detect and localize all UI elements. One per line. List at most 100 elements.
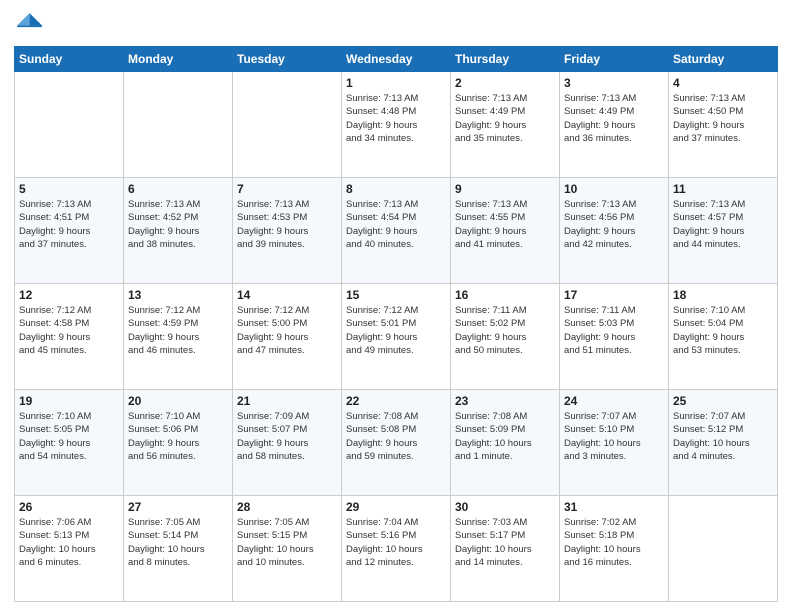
calendar-week-row: 12Sunrise: 7:12 AM Sunset: 4:58 PM Dayli… xyxy=(15,284,778,390)
calendar-cell: 26Sunrise: 7:06 AM Sunset: 5:13 PM Dayli… xyxy=(15,496,124,602)
day-info: Sunrise: 7:13 AM Sunset: 4:51 PM Dayligh… xyxy=(19,198,119,251)
day-number: 7 xyxy=(237,182,337,196)
calendar-cell: 18 Sunrise: 7:10 AM Sunset: 5:04 PM Dayli… xyxy=(669,284,778,390)
day-info: Sunrise: 7:08 AM Sunset: 5:09 PM Dayligh… xyxy=(455,410,555,463)
weekday-header: Wednesday xyxy=(342,47,451,72)
day-info: Sunrise: 7:13 AM Sunset: 4:55 PM Dayligh… xyxy=(455,198,555,251)
day-info: Sunrise: 7:05 AM Sunset: 5:15 PM Dayligh… xyxy=(237,516,337,569)
day-number: 27 xyxy=(128,500,228,514)
day-info: Sunrise: 7:03 AM Sunset: 5:17 PM Dayligh… xyxy=(455,516,555,569)
calendar-cell: 23Sunrise: 7:08 AM Sunset: 5:09 PM Dayli… xyxy=(451,390,560,496)
calendar-cell: 17 Sunrise: 7:11 AM Sunset: 5:03 PM Dayli… xyxy=(560,284,669,390)
day-number: 22 xyxy=(346,394,446,408)
day-number: 25 xyxy=(673,394,773,408)
day-number: 4 xyxy=(673,76,773,90)
day-info: Sunrise: 7:13 AM Sunset: 4:56 PM Dayligh… xyxy=(564,198,664,251)
day-number: 9 xyxy=(455,182,555,196)
day-info: Sunrise: 7:13 AM Sunset: 4:48 PM Dayligh… xyxy=(346,92,446,145)
day-number: 17 xyxy=(564,288,664,302)
weekday-header: Tuesday xyxy=(233,47,342,72)
day-number: 1 xyxy=(346,76,446,90)
calendar-week-row: 1 Sunrise: 7:13 AM Sunset: 4:48 PM Daylig… xyxy=(15,72,778,178)
day-info: Sunrise: 7:12 AM Sunset: 4:59 PM Dayligh… xyxy=(128,304,228,357)
calendar-cell: 5Sunrise: 7:13 AM Sunset: 4:51 PM Daylig… xyxy=(15,178,124,284)
calendar-header: SundayMondayTuesdayWednesdayThursdayFrid… xyxy=(15,47,778,72)
calendar-cell: 1 Sunrise: 7:13 AM Sunset: 4:48 PM Daylig… xyxy=(342,72,451,178)
day-info: Sunrise: 7:02 AM Sunset: 5:18 PM Dayligh… xyxy=(564,516,664,569)
day-number: 2 xyxy=(455,76,555,90)
calendar-cell: 10 Sunrise: 7:13 AM Sunset: 4:56 PM Dayli… xyxy=(560,178,669,284)
weekday-header: Thursday xyxy=(451,47,560,72)
calendar-cell: 6 Sunrise: 7:13 AM Sunset: 4:52 PM Daylig… xyxy=(124,178,233,284)
day-number: 24 xyxy=(564,394,664,408)
day-info: Sunrise: 7:13 AM Sunset: 4:50 PM Dayligh… xyxy=(673,92,773,145)
calendar-cell xyxy=(124,72,233,178)
calendar-cell: 29Sunrise: 7:04 AM Sunset: 5:16 PM Dayli… xyxy=(342,496,451,602)
day-info: Sunrise: 7:11 AM Sunset: 5:02 PM Dayligh… xyxy=(455,304,555,357)
calendar-cell: 2Sunrise: 7:13 AM Sunset: 4:49 PM Daylig… xyxy=(451,72,560,178)
calendar-cell: 12Sunrise: 7:12 AM Sunset: 4:58 PM Dayli… xyxy=(15,284,124,390)
calendar-cell: 21 Sunrise: 7:09 AM Sunset: 5:07 PM Dayli… xyxy=(233,390,342,496)
weekday-row: SundayMondayTuesdayWednesdayThursdayFrid… xyxy=(15,47,778,72)
day-number: 6 xyxy=(128,182,228,196)
calendar-cell: 19Sunrise: 7:10 AM Sunset: 5:05 PM Dayli… xyxy=(15,390,124,496)
day-number: 29 xyxy=(346,500,446,514)
day-number: 21 xyxy=(237,394,337,408)
day-number: 12 xyxy=(19,288,119,302)
day-info: Sunrise: 7:13 AM Sunset: 4:57 PM Dayligh… xyxy=(673,198,773,251)
weekday-header: Friday xyxy=(560,47,669,72)
weekday-header: Saturday xyxy=(669,47,778,72)
day-number: 19 xyxy=(19,394,119,408)
day-info: Sunrise: 7:10 AM Sunset: 5:06 PM Dayligh… xyxy=(128,410,228,463)
calendar-cell: 20 Sunrise: 7:10 AM Sunset: 5:06 PM Dayli… xyxy=(124,390,233,496)
day-number: 18 xyxy=(673,288,773,302)
calendar-cell xyxy=(233,72,342,178)
calendar-cell: 22 Sunrise: 7:08 AM Sunset: 5:08 PM Dayli… xyxy=(342,390,451,496)
day-number: 28 xyxy=(237,500,337,514)
day-number: 31 xyxy=(564,500,664,514)
day-info: Sunrise: 7:13 AM Sunset: 4:52 PM Dayligh… xyxy=(128,198,228,251)
day-info: Sunrise: 7:13 AM Sunset: 4:54 PM Dayligh… xyxy=(346,198,446,251)
header xyxy=(14,10,778,38)
day-number: 10 xyxy=(564,182,664,196)
day-number: 26 xyxy=(19,500,119,514)
day-info: Sunrise: 7:13 AM Sunset: 4:53 PM Dayligh… xyxy=(237,198,337,251)
day-number: 16 xyxy=(455,288,555,302)
logo xyxy=(14,10,46,38)
day-number: 13 xyxy=(128,288,228,302)
calendar-cell: 31 Sunrise: 7:02 AM Sunset: 5:18 PM Dayli… xyxy=(560,496,669,602)
weekday-header: Sunday xyxy=(15,47,124,72)
calendar-cell: 4 Sunrise: 7:13 AM Sunset: 4:50 PM Daylig… xyxy=(669,72,778,178)
day-number: 20 xyxy=(128,394,228,408)
calendar-week-row: 26Sunrise: 7:06 AM Sunset: 5:13 PM Dayli… xyxy=(15,496,778,602)
day-info: Sunrise: 7:13 AM Sunset: 4:49 PM Dayligh… xyxy=(564,92,664,145)
calendar-table: SundayMondayTuesdayWednesdayThursdayFrid… xyxy=(14,46,778,602)
calendar-cell: 15Sunrise: 7:12 AM Sunset: 5:01 PM Dayli… xyxy=(342,284,451,390)
calendar-cell: 30 Sunrise: 7:03 AM Sunset: 5:17 PM Dayli… xyxy=(451,496,560,602)
day-info: Sunrise: 7:09 AM Sunset: 5:07 PM Dayligh… xyxy=(237,410,337,463)
calendar-cell: 28 Sunrise: 7:05 AM Sunset: 5:15 PM Dayli… xyxy=(233,496,342,602)
day-info: Sunrise: 7:07 AM Sunset: 5:12 PM Dayligh… xyxy=(673,410,773,463)
weekday-header: Monday xyxy=(124,47,233,72)
calendar-cell: 8 Sunrise: 7:13 AM Sunset: 4:54 PM Daylig… xyxy=(342,178,451,284)
day-info: Sunrise: 7:08 AM Sunset: 5:08 PM Dayligh… xyxy=(346,410,446,463)
calendar-body: 1 Sunrise: 7:13 AM Sunset: 4:48 PM Daylig… xyxy=(15,72,778,602)
day-number: 30 xyxy=(455,500,555,514)
day-number: 14 xyxy=(237,288,337,302)
day-info: Sunrise: 7:11 AM Sunset: 5:03 PM Dayligh… xyxy=(564,304,664,357)
calendar-cell: 13 Sunrise: 7:12 AM Sunset: 4:59 PM Dayli… xyxy=(124,284,233,390)
day-number: 3 xyxy=(564,76,664,90)
day-number: 15 xyxy=(346,288,446,302)
calendar-cell: 24Sunrise: 7:07 AM Sunset: 5:10 PM Dayli… xyxy=(560,390,669,496)
day-info: Sunrise: 7:05 AM Sunset: 5:14 PM Dayligh… xyxy=(128,516,228,569)
calendar-cell: 25 Sunrise: 7:07 AM Sunset: 5:12 PM Dayli… xyxy=(669,390,778,496)
day-info: Sunrise: 7:10 AM Sunset: 5:04 PM Dayligh… xyxy=(673,304,773,357)
calendar-cell: 9 Sunrise: 7:13 AM Sunset: 4:55 PM Daylig… xyxy=(451,178,560,284)
day-number: 8 xyxy=(346,182,446,196)
calendar-cell xyxy=(669,496,778,602)
calendar-cell: 16 Sunrise: 7:11 AM Sunset: 5:02 PM Dayli… xyxy=(451,284,560,390)
day-info: Sunrise: 7:12 AM Sunset: 5:00 PM Dayligh… xyxy=(237,304,337,357)
calendar-cell: 7 Sunrise: 7:13 AM Sunset: 4:53 PM Daylig… xyxy=(233,178,342,284)
calendar-cell xyxy=(15,72,124,178)
calendar-week-row: 19Sunrise: 7:10 AM Sunset: 5:05 PM Dayli… xyxy=(15,390,778,496)
